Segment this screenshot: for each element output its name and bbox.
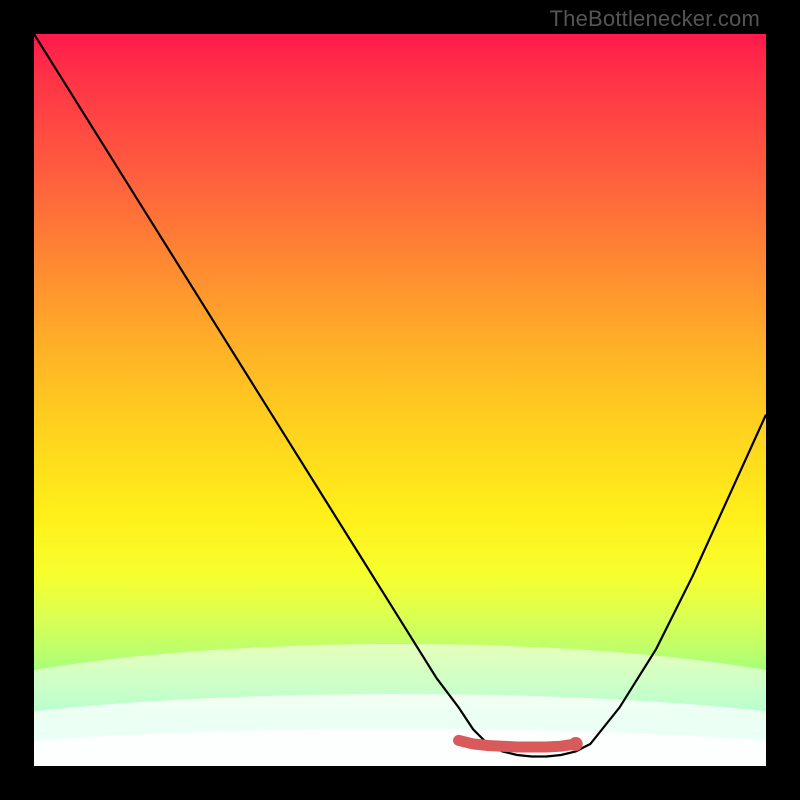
white-glow-band [34,644,766,766]
chart-frame: TheBottlenecker.com [0,0,800,800]
plot-area [34,34,766,766]
optimal-end-dot [569,737,583,751]
watermark-text: TheBottlenecker.com [550,6,760,32]
chart-svg [34,34,766,766]
